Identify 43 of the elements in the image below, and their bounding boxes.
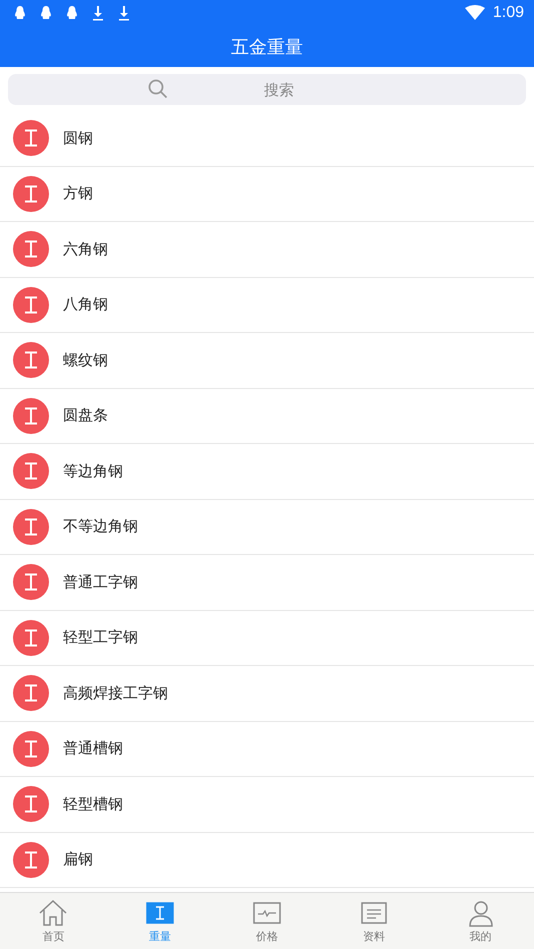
search-field[interactable]: 搜索 xyxy=(8,74,526,105)
download-icon xyxy=(91,5,105,21)
list-item[interactable]: 八角钢 xyxy=(0,278,534,333)
list-item[interactable]: 六角钢 xyxy=(0,222,534,278)
clock: 1:09 xyxy=(492,4,524,22)
home-icon xyxy=(38,898,68,926)
nav-tab[interactable]: 价格 xyxy=(214,893,320,949)
i-beam-icon xyxy=(13,564,49,600)
nav-tab[interactable]: 我的 xyxy=(427,893,534,949)
i-beam-icon xyxy=(13,730,49,767)
i-beam-icon xyxy=(13,286,49,323)
wifi-icon xyxy=(464,5,485,21)
i-beam-icon xyxy=(13,120,49,156)
penguin-icon xyxy=(13,5,27,21)
list-item[interactable]: 不等边角钢 xyxy=(0,500,534,555)
list-item[interactable]: 等边角钢 xyxy=(0,444,534,500)
i-beam-icon xyxy=(13,786,49,822)
i-beam-icon xyxy=(13,231,49,268)
penguin-icon xyxy=(65,5,79,21)
download-icon xyxy=(117,5,131,21)
list-item[interactable]: 方钢 xyxy=(0,166,534,222)
list-item[interactable]: 圆钢 xyxy=(0,111,534,166)
list-item[interactable]: 圆盘条 xyxy=(0,388,534,444)
i-beam-icon xyxy=(13,675,49,712)
list-item[interactable]: 轻型槽钢 xyxy=(0,777,534,832)
i-beam-icon xyxy=(13,398,49,434)
i-beam-icon xyxy=(13,842,49,878)
penguin-icon xyxy=(39,5,53,21)
list-item[interactable]: 普通工字钢 xyxy=(0,555,534,610)
list-item[interactable]: 轻型工字钢 xyxy=(0,610,534,666)
nav-tab[interactable]: 资料 xyxy=(320,893,428,949)
list-item[interactable]: 高频焊接工字钢 xyxy=(0,666,534,722)
i-beam-icon xyxy=(13,176,49,212)
nav-tab[interactable]: 首页 xyxy=(0,893,107,949)
i-beam-icon xyxy=(13,620,49,656)
list-item[interactable]: 螺纹钢 xyxy=(0,333,534,388)
i-beam-icon xyxy=(13,342,49,378)
i-beam-icon xyxy=(13,508,49,545)
i-beam-icon xyxy=(13,453,49,490)
screen-title: 五金重量 xyxy=(231,36,303,58)
list-item[interactable]: 普通槽钢 xyxy=(0,722,534,777)
search-icon xyxy=(148,79,168,99)
list-item[interactable]: 扁钢 xyxy=(0,832,534,888)
